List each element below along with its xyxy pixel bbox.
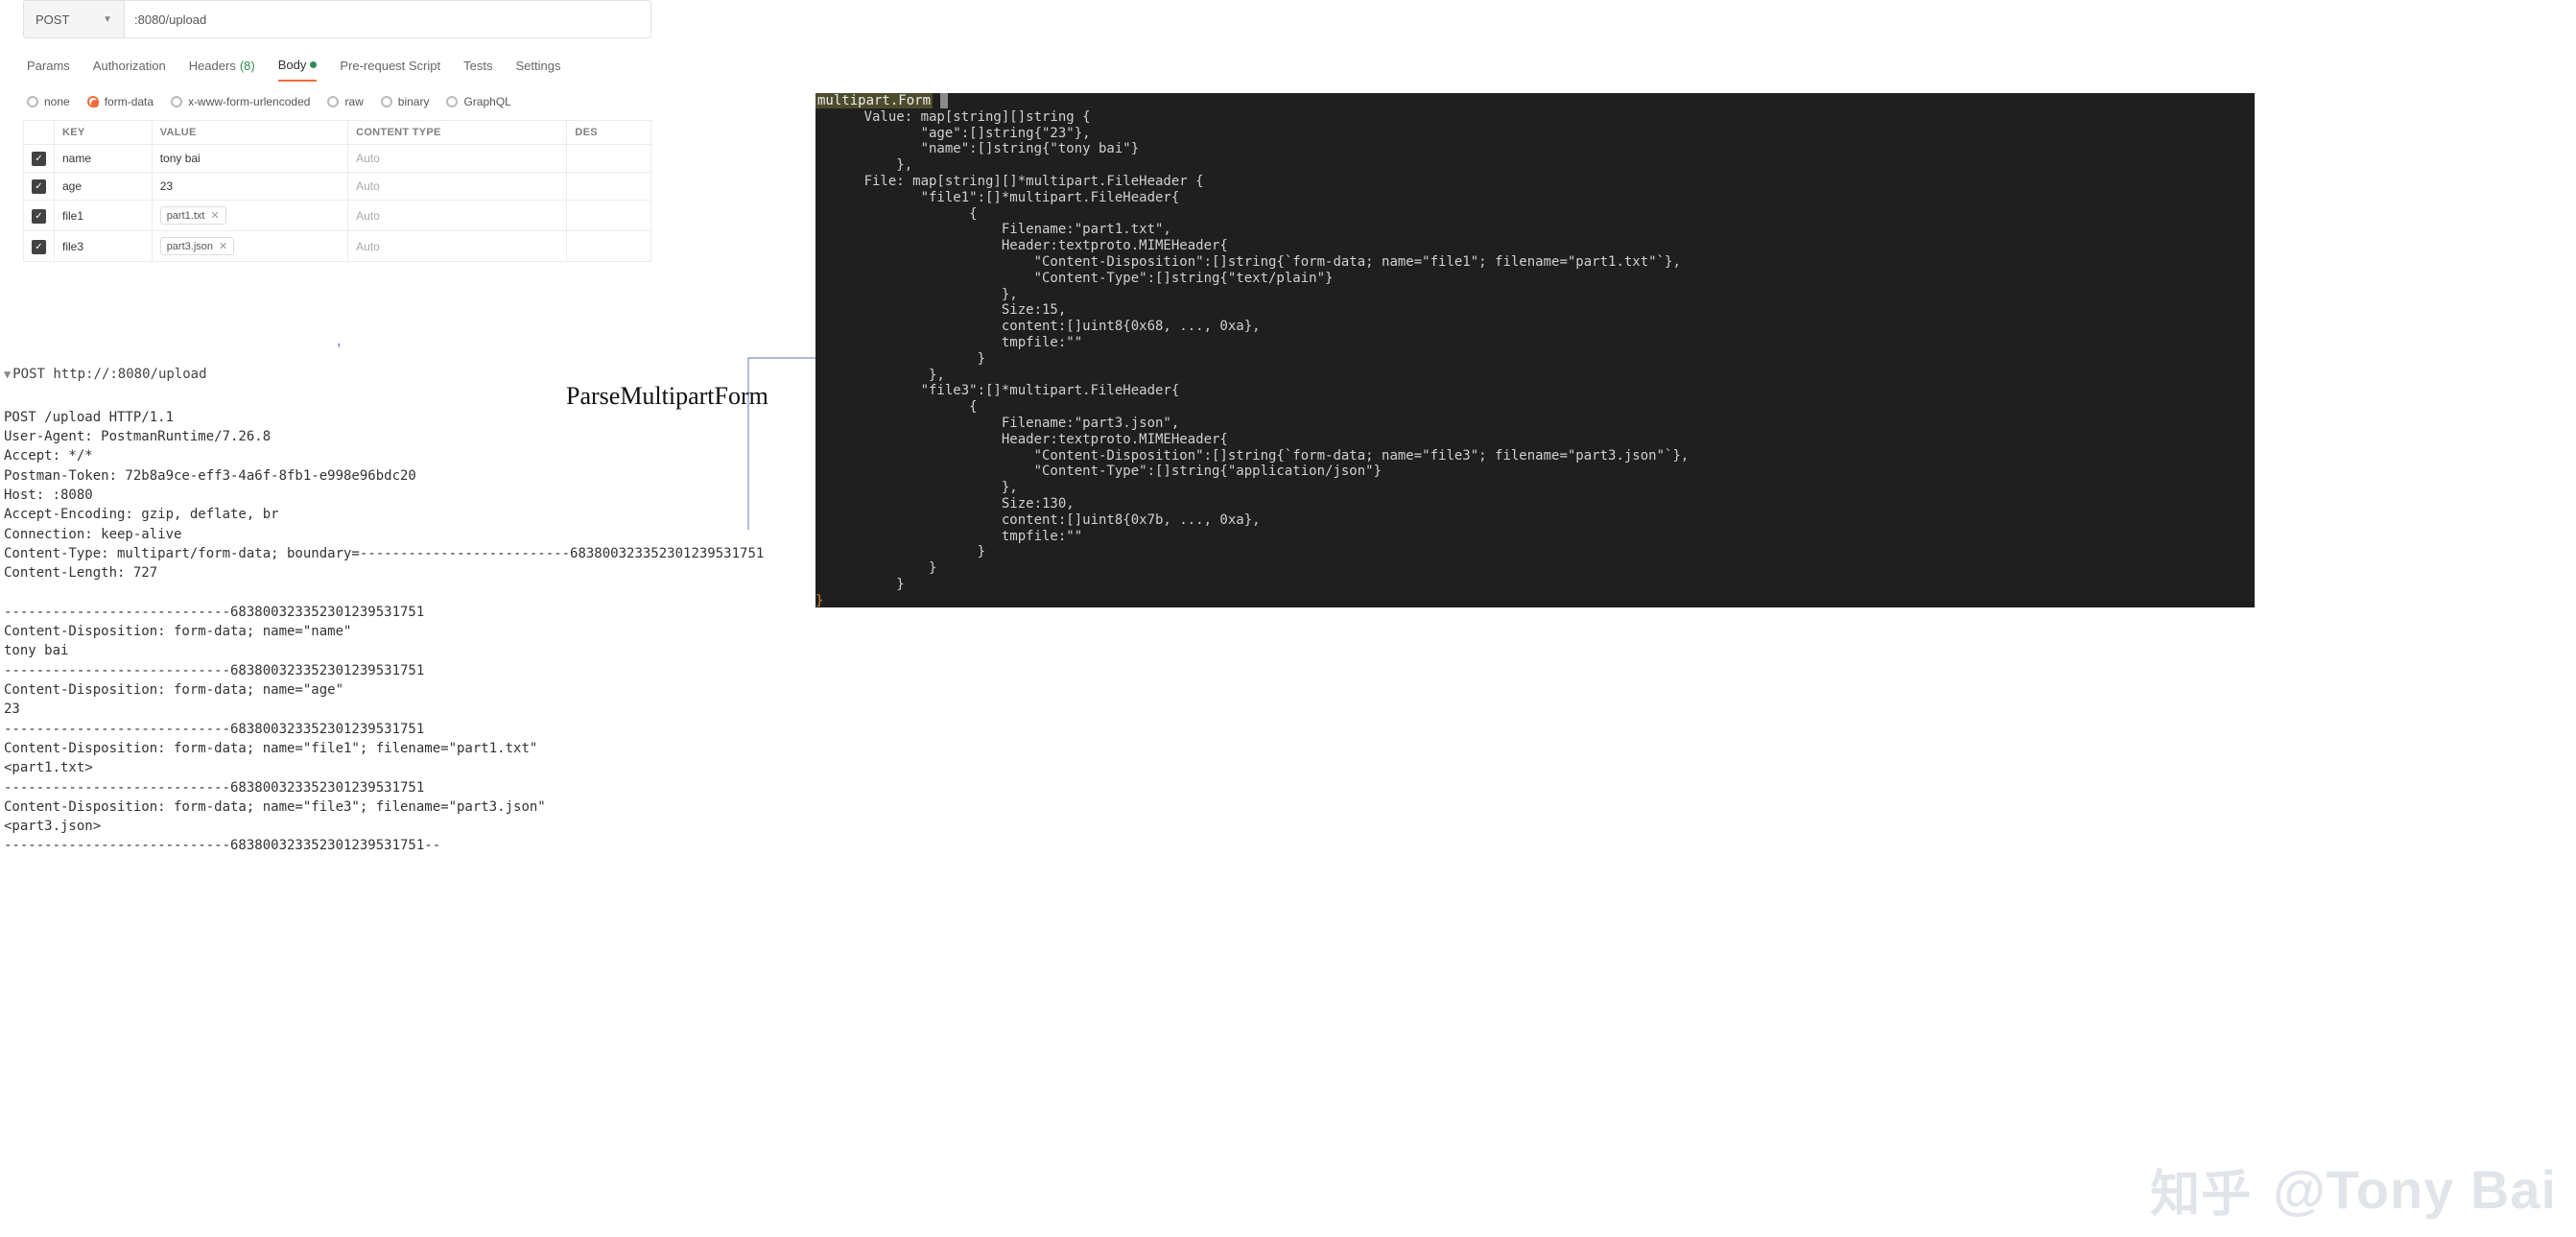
caret-down-icon: ▼ — [103, 14, 112, 25]
radio-xwww[interactable]: x-www-form-urlencoded — [171, 95, 310, 108]
raw-http-block: ▼POST http://:8080/upload POST /upload H… — [4, 345, 771, 856]
key-cell[interactable]: name — [55, 145, 153, 173]
checkbox-icon: ✓ — [32, 179, 46, 194]
closing-brace: } — [815, 593, 823, 607]
tab-prerequest[interactable]: Pre-request Script — [340, 56, 440, 82]
tab-authorization[interactable]: Authorization — [93, 56, 166, 82]
caret-icon: ▼ — [4, 368, 11, 381]
url-value: :8080/upload — [134, 12, 206, 27]
value-cell[interactable]: part3.json ✕ — [152, 231, 347, 262]
checkbox-icon: ✓ — [32, 152, 46, 166]
content-type-cell[interactable]: Auto — [348, 145, 567, 173]
col-desc: DES — [567, 121, 651, 145]
content-type-cell[interactable]: Auto — [348, 173, 567, 201]
file-chip[interactable]: part3.json ✕ — [160, 237, 235, 255]
checkbox-cell[interactable]: ✓ — [24, 173, 55, 201]
postman-panel: POST ▼ :8080/upload Params Authorization… — [23, 0, 651, 262]
table-row: ✓ age23Auto — [24, 173, 651, 201]
checkbox-icon: ✓ — [32, 209, 46, 224]
key-cell[interactable]: file1 — [55, 201, 153, 231]
terminal-header: multipart.Form — [815, 93, 933, 108]
radio-icon — [446, 96, 458, 107]
content-type-cell[interactable]: Auto — [348, 231, 567, 262]
tab-tests[interactable]: Tests — [463, 56, 492, 82]
key-cell[interactable]: age — [55, 173, 153, 201]
headers-count: (8) — [240, 59, 255, 73]
value-cell[interactable]: tony bai — [152, 145, 347, 173]
terminal-output: multipart.Form Value: map[string][]strin… — [815, 93, 2255, 607]
method-value: POST — [35, 12, 69, 27]
checkbox-cell[interactable]: ✓ — [24, 231, 55, 262]
request-tabs: Params Authorization Headers (8) Body Pr… — [23, 56, 651, 82]
content-type-cell[interactable]: Auto — [348, 201, 567, 231]
file-chip[interactable]: part1.txt ✕ — [160, 206, 226, 225]
parse-multipart-form-label: ParseMultipartForm — [566, 382, 768, 411]
tab-headers[interactable]: Headers (8) — [189, 56, 255, 82]
radio-binary[interactable]: binary — [381, 95, 430, 108]
watermark: 知乎 @Tony Bai — [2150, 1154, 2557, 1225]
tab-params[interactable]: Params — [27, 56, 70, 82]
col-value: VALUE — [152, 121, 347, 145]
close-icon[interactable]: ✕ — [210, 209, 219, 222]
tab-body[interactable]: Body — [278, 56, 318, 82]
url-input[interactable]: :8080/upload — [125, 1, 650, 37]
body-type-row: none form-data x-www-form-urlencoded raw… — [23, 95, 651, 108]
desc-cell[interactable] — [567, 201, 651, 231]
author-handle: @Tony Bai — [2273, 1158, 2557, 1221]
col-content-type: CONTENT TYPE — [348, 121, 567, 145]
close-icon[interactable]: ✕ — [219, 240, 227, 252]
file-name: part1.txt — [167, 210, 205, 222]
desc-cell[interactable] — [567, 231, 651, 262]
terminal-content: Value: map[string][]string { "age":[]str… — [815, 109, 1689, 592]
tab-settings[interactable]: Settings — [515, 56, 560, 82]
cursor-icon — [940, 93, 948, 108]
radio-icon — [327, 96, 339, 107]
value-cell[interactable]: part1.txt ✕ — [152, 201, 347, 231]
radio-icon — [87, 96, 99, 107]
form-data-table: KEY VALUE CONTENT TYPE DES ✓ nametony bai… — [23, 120, 651, 262]
arrow-down-icon — [338, 248, 340, 353]
radio-icon — [381, 96, 392, 107]
checkbox-icon: ✓ — [32, 240, 46, 254]
radio-icon — [27, 96, 38, 107]
desc-cell[interactable] — [567, 145, 651, 173]
value-cell[interactable]: 23 — [152, 173, 347, 201]
zhihu-logo-text: 知乎 — [2150, 1154, 2252, 1225]
radio-form-data[interactable]: form-data — [87, 95, 154, 108]
radio-graphql[interactable]: GraphQL — [446, 95, 510, 108]
key-cell[interactable]: file3 — [55, 231, 153, 262]
checkbox-cell[interactable]: ✓ — [24, 145, 55, 173]
radio-none[interactable]: none — [27, 95, 70, 108]
arrow-right-icon — [672, 352, 825, 535]
col-key: KEY — [55, 121, 153, 145]
method-select[interactable]: POST ▼ — [24, 1, 125, 37]
file-name: part3.json — [167, 241, 213, 252]
raw-http-body: POST /upload HTTP/1.1 User-Agent: Postma… — [4, 410, 764, 854]
table-row: ✓ file1 part1.txt ✕ Auto — [24, 201, 651, 231]
desc-cell[interactable] — [567, 173, 651, 201]
radio-raw[interactable]: raw — [327, 95, 363, 108]
radio-icon — [171, 96, 182, 107]
request-bar: POST ▼ :8080/upload — [23, 0, 651, 38]
checkbox-cell[interactable]: ✓ — [24, 201, 55, 231]
body-active-dot-icon — [310, 61, 317, 68]
table-header-row: KEY VALUE CONTENT TYPE DES — [24, 121, 651, 145]
table-row: ✓ nametony baiAuto — [24, 145, 651, 173]
